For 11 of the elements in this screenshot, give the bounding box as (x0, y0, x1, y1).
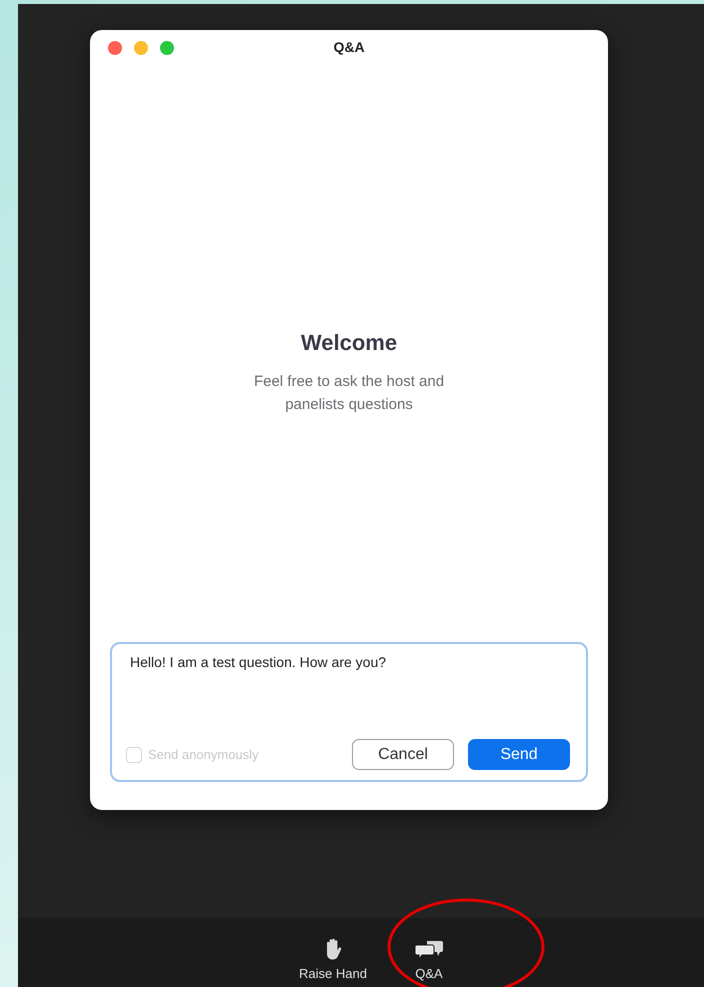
minimize-icon[interactable] (134, 41, 148, 55)
cancel-button[interactable]: Cancel (352, 739, 454, 770)
welcome-message: Feel free to ask the host and panelists questions (252, 372, 446, 415)
window-title: Q&A (333, 39, 365, 55)
toolbar-button[interactable]: Raise Hand (293, 918, 373, 987)
chat-bubbles-icon (414, 940, 444, 960)
hand-icon (324, 938, 342, 960)
close-icon[interactable] (108, 41, 122, 55)
welcome-heading: Welcome (300, 330, 398, 356)
zoom-icon[interactable] (160, 41, 174, 55)
send-button[interactable]: Send (468, 739, 570, 770)
